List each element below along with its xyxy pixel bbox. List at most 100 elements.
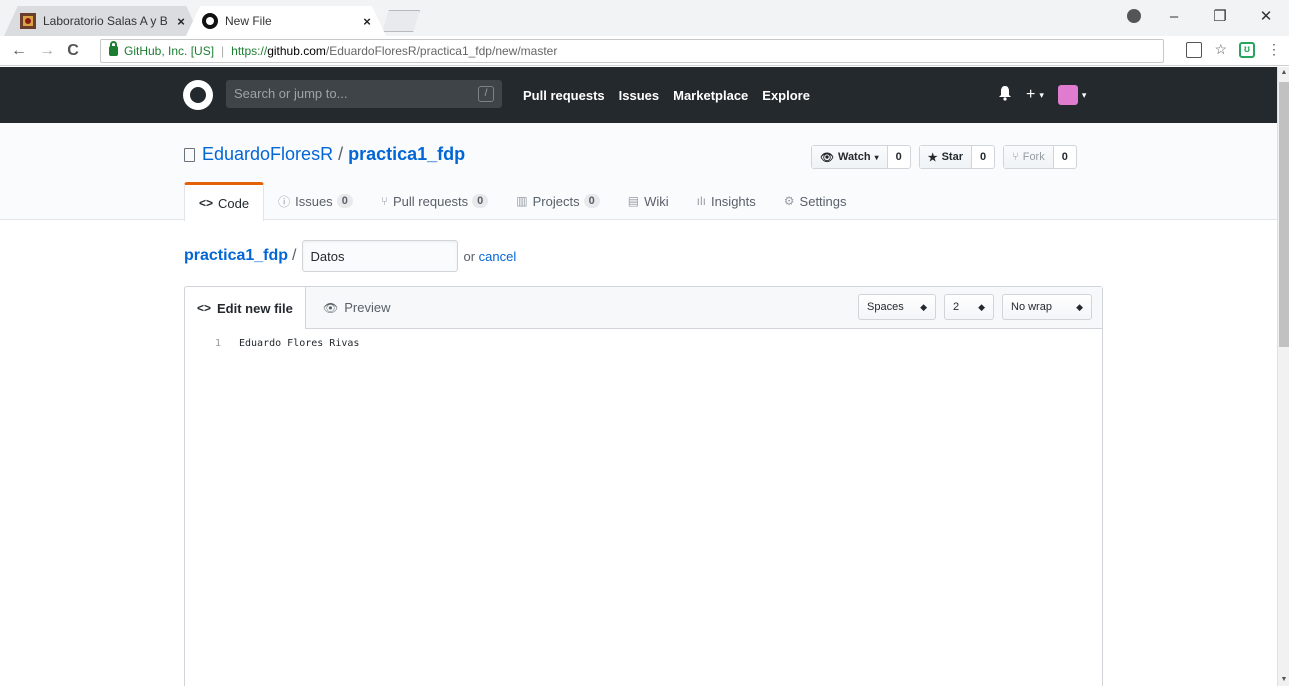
fork-icon: ⑂ xyxy=(1012,151,1019,163)
watch-label: Watch xyxy=(837,151,871,163)
tab-label: Issues xyxy=(295,193,333,209)
tab-close-icon[interactable]: × xyxy=(174,14,188,29)
star-count[interactable]: 0 xyxy=(972,146,994,168)
tab-projects[interactable]: ▥ Projects 0 xyxy=(502,182,613,220)
search-placeholder: Search or jump to... xyxy=(234,86,348,101)
watch-count[interactable]: 0 xyxy=(888,146,910,168)
header-right-actions: + ▾ ▾ xyxy=(998,67,1086,123)
file-path-breadcrumb: practica1_fdp / or cancel xyxy=(184,240,516,272)
nav-explore[interactable]: Explore xyxy=(762,88,810,103)
minimize-icon[interactable]: – xyxy=(1151,8,1197,25)
select-value: 2 xyxy=(953,301,960,313)
tab-wiki[interactable]: ▤ Wiki xyxy=(614,182,683,220)
tab-label: Insights xyxy=(710,193,756,209)
fork-button-group: ⑂ Fork 0 xyxy=(1003,145,1077,169)
star-button[interactable]: ★ Star xyxy=(919,146,972,168)
nav-pull-requests[interactable]: Pull requests xyxy=(523,88,605,103)
extension-icons: ☆ ʊ ⋮ xyxy=(1186,41,1281,58)
chrome-menu-icon[interactable]: ⋮ xyxy=(1267,41,1281,58)
fork-count[interactable]: 0 xyxy=(1054,146,1076,168)
translate-icon[interactable] xyxy=(1186,41,1203,58)
line-number: 1 xyxy=(214,337,221,349)
watch-button[interactable]: 👁 Watch ▾ xyxy=(812,146,888,168)
fork-button[interactable]: ⑂ Fork xyxy=(1004,146,1054,168)
page-scrollbar[interactable]: ▲ ▼ xyxy=(1277,67,1289,686)
nav-marketplace[interactable]: Marketplace xyxy=(673,88,748,103)
select-value: Spaces xyxy=(867,301,904,313)
tab-label: Preview xyxy=(344,300,391,315)
repo-tabs: <> Code ⓘ Issues 0 ⑂ Pull requests 0 ▥ P… xyxy=(184,182,861,221)
avatar[interactable] xyxy=(1057,85,1078,105)
tab-label: Code xyxy=(218,195,250,211)
code-editor-area[interactable]: 1 Eduardo Flores Rivas xyxy=(185,329,1102,351)
url-path: /EduardoFloresR/practica1_fdp/new/master xyxy=(325,44,558,58)
tab-issues[interactable]: ⓘ Issues 0 xyxy=(264,182,367,220)
reload-icon[interactable]: C xyxy=(62,40,84,62)
browser-toolbar: ← → C GitHub, Inc. [US] | https:// githu… xyxy=(0,36,1289,66)
back-arrow-icon[interactable]: ← xyxy=(8,40,30,62)
eye-icon: 👁 xyxy=(820,151,834,164)
bookmark-star-icon[interactable]: ☆ xyxy=(1214,41,1227,58)
chevron-down-icon: ▾ xyxy=(874,152,879,162)
new-tab-button[interactable] xyxy=(382,10,420,32)
star-label: Star xyxy=(941,151,963,163)
address-separator: | xyxy=(221,44,225,58)
search-input[interactable]: Search or jump to... / xyxy=(226,80,502,108)
browser-tabstrip: Laboratorio Salas A y B × New File × – ❐… xyxy=(0,0,1289,36)
forward-arrow-icon[interactable]: → xyxy=(36,40,58,62)
repo-name-link[interactable]: practica1_fdp xyxy=(348,144,465,165)
project-icon: ▥ xyxy=(516,194,528,208)
tab-title: New File xyxy=(225,14,272,28)
pocket-icon[interactable]: ʊ xyxy=(1239,41,1255,58)
secure-label: GitHub, Inc. [US] xyxy=(124,44,215,58)
github-header: Search or jump to... / Pull requests Iss… xyxy=(0,67,1277,123)
path-separator: / xyxy=(292,247,297,264)
scroll-thumb[interactable] xyxy=(1279,82,1289,347)
indent-mode-select[interactable]: Spaces ◆ xyxy=(858,294,936,320)
tab-insights[interactable]: ılı Insights xyxy=(683,182,770,220)
browser-tab-laboratorio[interactable]: Laboratorio Salas A y B × xyxy=(4,6,200,36)
tab-title: Laboratorio Salas A y B xyxy=(43,14,168,28)
line-text[interactable]: Eduardo Flores Rivas xyxy=(239,338,359,349)
header-nav: Pull requests Issues Marketplace Explore xyxy=(523,67,810,123)
pull-request-icon: ⑂ xyxy=(380,194,389,208)
path-separator: / xyxy=(338,144,344,164)
indent-size-select[interactable]: 2 ◆ xyxy=(944,294,994,320)
eye-icon: 👁 xyxy=(323,300,339,315)
tab-code[interactable]: <> Code xyxy=(184,182,265,221)
book-icon: ▤ xyxy=(627,194,640,208)
file-editor: <> Edit new file 👁 Preview Spaces ◆ 2 ◆ … xyxy=(184,286,1103,686)
filename-input[interactable] xyxy=(301,240,458,272)
repo-root-link[interactable]: practica1_fdp xyxy=(184,247,288,265)
tab-counter: 0 xyxy=(583,194,600,208)
bell-icon[interactable] xyxy=(998,85,1012,106)
code-line: 1 Eduardo Flores Rivas xyxy=(185,335,1102,351)
lock-icon xyxy=(109,41,118,56)
tab-counter: 0 xyxy=(472,194,489,208)
repo-actions: 👁 Watch ▾ 0 ★ Star 0 ⑂ Fork 0 xyxy=(811,145,1077,169)
select-arrows-icon: ◆ xyxy=(920,301,927,312)
profile-icon[interactable] xyxy=(1127,9,1141,23)
chevron-down-icon: ▾ xyxy=(1081,89,1087,100)
watch-button-group: 👁 Watch ▾ 0 xyxy=(811,145,911,169)
address-bar[interactable]: GitHub, Inc. [US] | https:// github.com … xyxy=(100,39,1164,63)
repo-owner-link[interactable]: EduardoFloresR xyxy=(202,144,333,165)
browser-tab-new-file[interactable]: New File × xyxy=(186,6,386,36)
github-logo-icon[interactable] xyxy=(183,80,213,110)
cancel-link[interactable]: cancel xyxy=(479,249,517,264)
nav-issues[interactable]: Issues xyxy=(619,88,659,103)
scroll-down-icon[interactable]: ▼ xyxy=(1278,674,1289,686)
plus-icon[interactable]: + xyxy=(1026,86,1035,104)
code-icon: <> xyxy=(199,196,214,210)
close-window-icon[interactable]: ✕ xyxy=(1243,7,1289,25)
restore-icon[interactable]: ❐ xyxy=(1197,7,1243,25)
tab-close-icon[interactable]: × xyxy=(360,14,374,29)
tab-pull-requests[interactable]: ⑂ Pull requests 0 xyxy=(367,182,502,220)
tab-preview[interactable]: 👁 Preview xyxy=(311,286,402,329)
tab-settings[interactable]: ⚙ Settings xyxy=(770,182,861,220)
tab-edit-new-file[interactable]: <> Edit new file xyxy=(184,286,306,329)
site-favicon-icon xyxy=(20,13,36,29)
wrap-mode-select[interactable]: No wrap ◆ xyxy=(1002,294,1092,320)
scroll-up-icon[interactable]: ▲ xyxy=(1278,67,1289,79)
cancel-text: or cancel xyxy=(464,249,517,264)
